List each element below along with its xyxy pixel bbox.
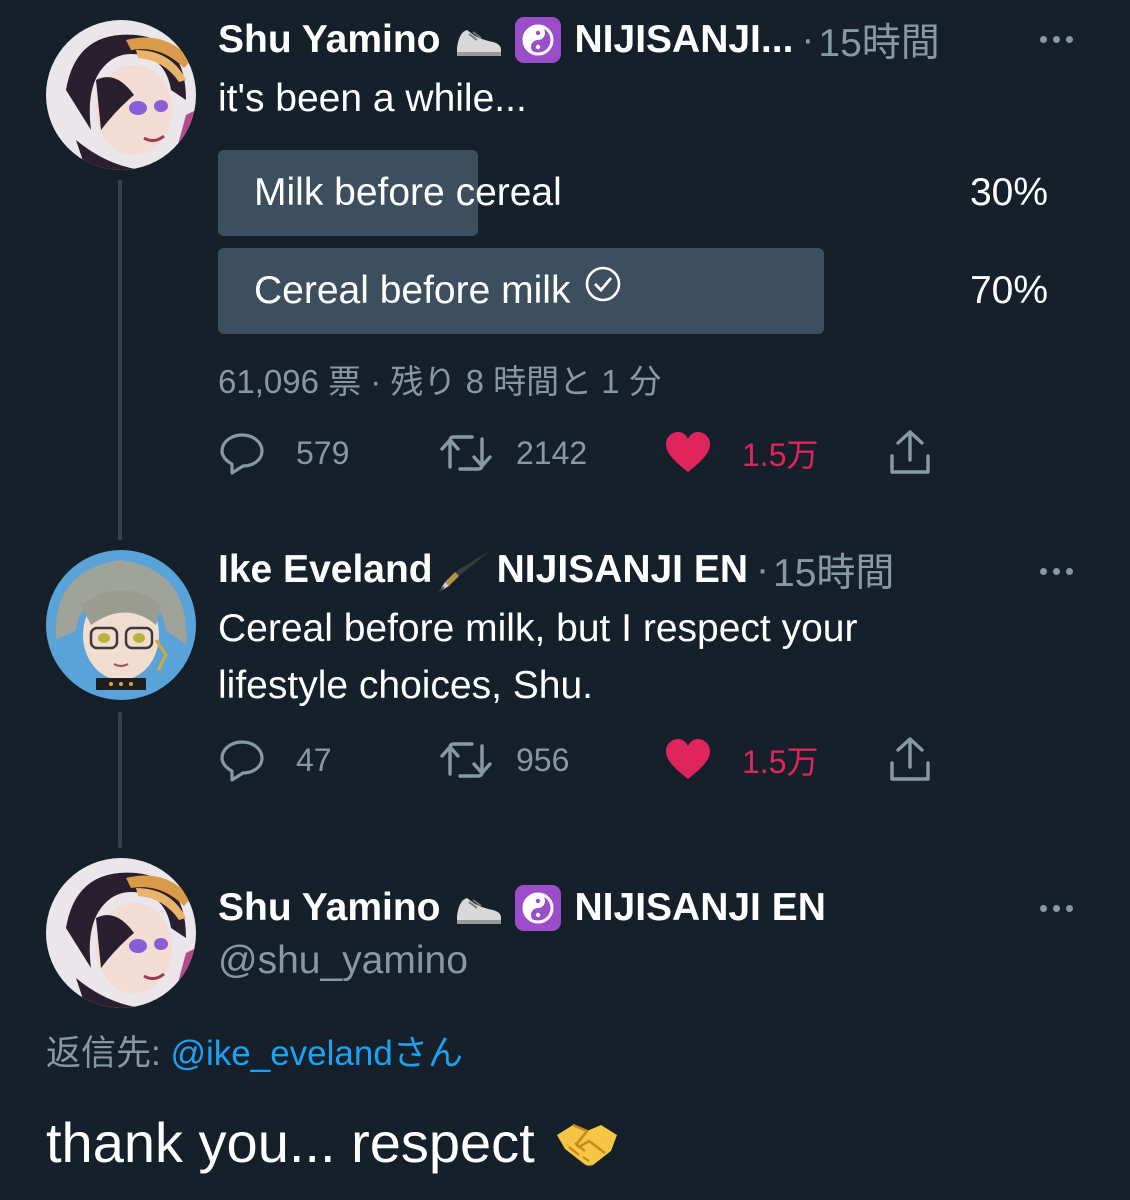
retweet-icon — [440, 742, 492, 778]
heart-icon — [666, 739, 710, 779]
reply-button[interactable]: 47 — [218, 735, 332, 785]
retweet-count: 2142 — [516, 434, 588, 471]
heart-icon — [666, 432, 710, 472]
more-icon[interactable] — [1040, 36, 1073, 43]
main-tweet-display-name[interactable]: Shu Yamino — [218, 886, 441, 930]
poll-meta: 61,096 票 · 残り 8 時間と 1 分 — [218, 363, 662, 400]
share-icon — [890, 430, 930, 474]
thread-line-1 — [118, 180, 122, 540]
share-icon — [890, 737, 930, 781]
main-tweet-body: thank you... respect — [46, 1111, 535, 1174]
reply-count: 579 — [296, 434, 350, 471]
tweet-1-display-name[interactable]: Shu Yamino — [218, 18, 441, 62]
tweet-2-display-name[interactable]: Ike Eveland — [218, 548, 433, 592]
tweet-1-affiliation: NIJISANJI... — [574, 18, 794, 61]
separator-dot: · — [756, 548, 770, 591]
more-icon[interactable] — [1040, 568, 1073, 575]
shu-avatar-1[interactable] — [46, 20, 196, 170]
retweet-count: 956 — [516, 741, 570, 778]
main-tweet-affiliation: NIJISANJI EN — [574, 886, 826, 929]
sneaker-emoji — [453, 20, 503, 60]
sneaker-emoji — [453, 888, 503, 928]
like-count: 1.5万 — [742, 744, 819, 780]
poll-option-2-percent: 70% — [969, 269, 1048, 312]
main-tweet-text: thank you... respect — [46, 1108, 621, 1178]
more-icon[interactable] — [1040, 905, 1073, 912]
reply-icon — [220, 433, 264, 475]
tweet-1-time[interactable]: 15時間 — [818, 12, 939, 68]
tweet-1-actions: 579 2142 1.5万 — [218, 428, 948, 478]
tweet-1-text: it's been a while... — [218, 77, 527, 120]
like-count: 1.5万 — [742, 437, 819, 473]
reply-to-handle[interactable]: @ike_eveland — [170, 1034, 392, 1073]
reply-to-suffix: さん — [392, 1034, 463, 1073]
retweet-icon — [440, 435, 492, 471]
like-button[interactable]: 1.5万 — [664, 428, 819, 478]
reply-to: 返信先: @ike_evelandさん — [46, 1030, 463, 1078]
poll-option-2-label: Cereal before milk — [254, 269, 571, 312]
like-button[interactable]: 1.5万 — [664, 735, 819, 785]
poll-option-1[interactable]: Milk before cereal 30% — [218, 150, 1048, 236]
yin-yang-emoji — [514, 885, 561, 931]
handshake-emoji — [553, 1117, 621, 1169]
thread-line-2 — [118, 712, 122, 848]
share-button[interactable] — [886, 428, 934, 478]
fountain-pen-emoji — [435, 546, 495, 594]
share-button[interactable] — [886, 735, 934, 785]
poll-option-2[interactable]: Cereal before milk 70% — [218, 248, 1048, 334]
main-tweet-handle[interactable]: @shu_yamino — [218, 936, 468, 986]
tweet-2-text-line-1: Cereal before milk, but I respect your — [218, 607, 858, 650]
ike-avatar[interactable] — [46, 550, 196, 700]
reply-button[interactable]: 579 — [218, 428, 349, 478]
tweet-2-text-line-2: lifestyle choices, Shu. — [218, 664, 594, 707]
reply-count: 47 — [296, 741, 332, 778]
tweet-2-actions: 47 956 1.5万 — [218, 735, 948, 785]
poll-option-1-percent: 30% — [969, 171, 1048, 214]
retweet-button[interactable]: 2142 — [438, 428, 587, 478]
yin-yang-emoji — [514, 17, 561, 63]
retweet-button[interactable]: 956 — [438, 735, 569, 785]
main-tweet-header: Shu Yamino NIJISANJI EN — [218, 884, 826, 932]
shu-avatar-2[interactable] — [46, 858, 196, 1008]
tweet-1-header: Shu Yamino NIJISANJI... · 15時間 — [218, 16, 940, 65]
poll-option-1-label: Milk before cereal — [254, 171, 562, 214]
separator-dot: · — [801, 18, 815, 61]
reply-icon — [220, 740, 264, 782]
check-circle-icon — [584, 248, 622, 334]
tweet-2-time[interactable]: 15時間 — [773, 542, 894, 598]
tweet-2-header: Ike Eveland NIJISANJI EN · 15時間 — [218, 546, 894, 595]
reply-to-prefix: 返信先: — [46, 1034, 161, 1073]
tweet-2-affiliation: NIJISANJI EN — [496, 548, 749, 591]
